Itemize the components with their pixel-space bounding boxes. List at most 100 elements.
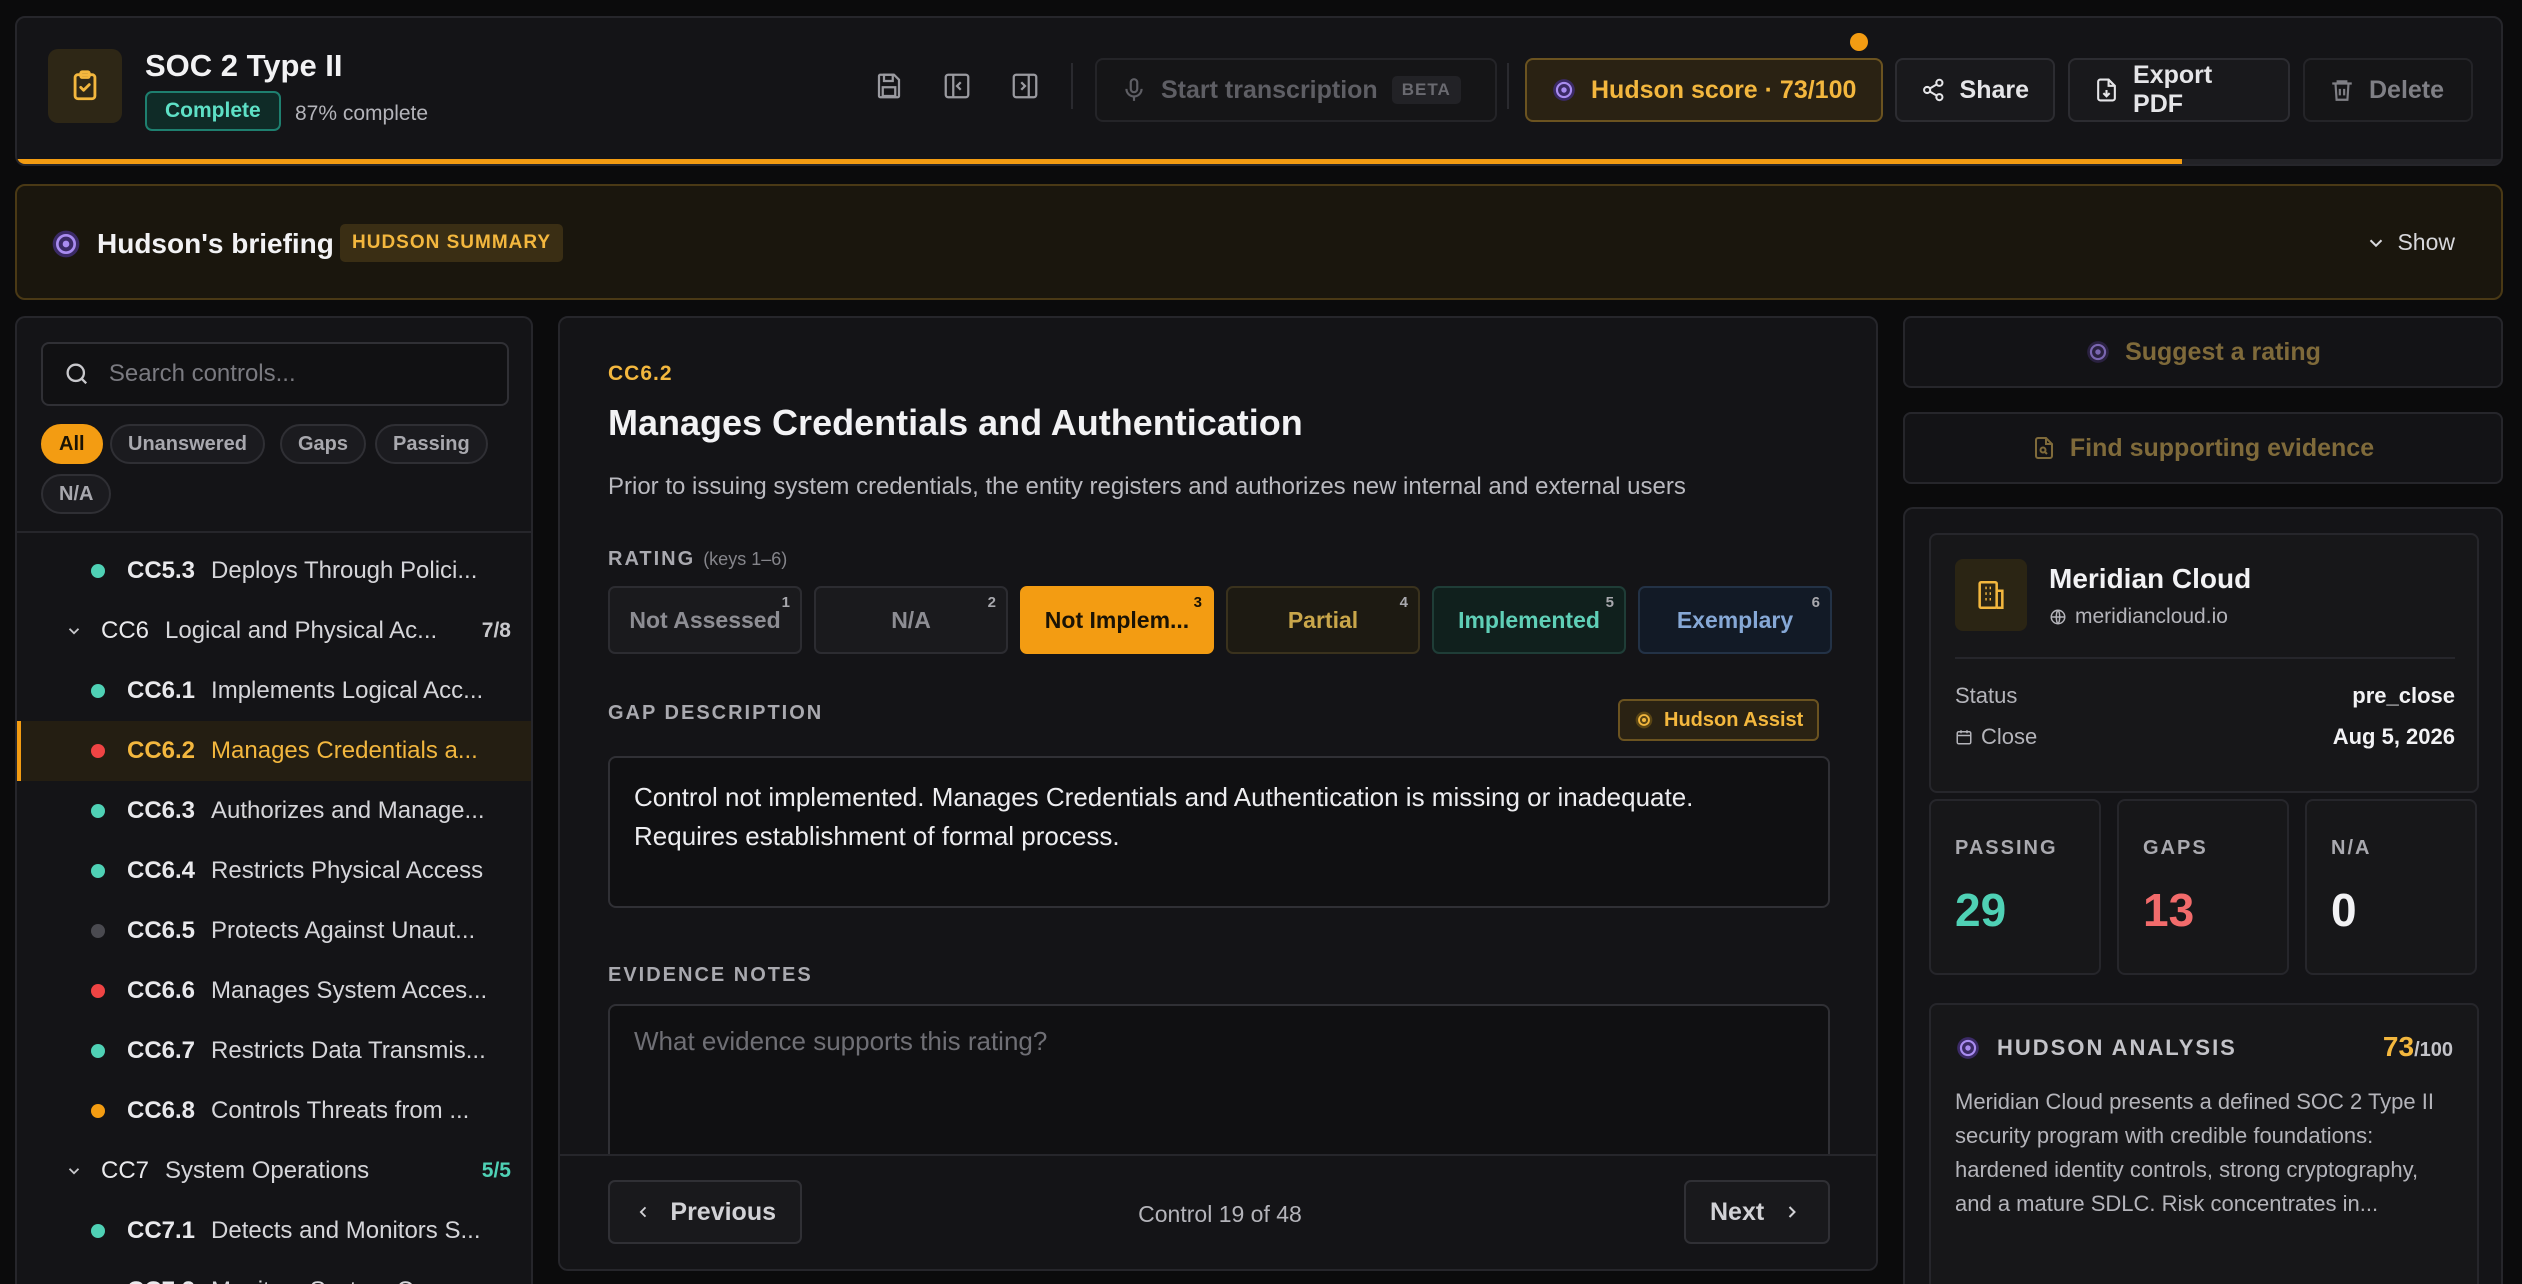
control-group-cc7[interactable]: CC7 System Operations 5/5	[17, 1141, 531, 1201]
evidence-notes-label: EVIDENCE NOTES	[608, 964, 813, 986]
company-domain[interactable]: meridiancloud.io	[2049, 605, 2228, 629]
control-code: CC6.4	[127, 857, 196, 884]
rating-key-hint: 5	[1605, 594, 1614, 611]
collapse-right-panel-icon[interactable]	[1003, 64, 1047, 108]
hudson-briefing-banner[interactable]: Hudson's briefing HUDSON SUMMARY Show	[15, 184, 2503, 300]
control-item-cc6-1[interactable]: CC6.1 Implements Logical Acc...	[17, 661, 531, 721]
na-stat-value: 0	[2331, 884, 2357, 936]
share-label: Share	[1959, 75, 2029, 104]
chevron-right-icon	[1788, 1206, 1797, 1218]
file-search-icon	[2034, 437, 2053, 459]
control-item-cc7-1[interactable]: CC7.1 Detects and Monitors S...	[17, 1201, 531, 1261]
search-icon	[66, 363, 88, 385]
suggest-rating-button[interactable]: Suggest a rating	[1903, 316, 2503, 388]
search-input[interactable]	[108, 360, 507, 388]
control-name: Controls Threats from ...	[211, 1097, 470, 1124]
status-dot	[91, 1044, 105, 1058]
evidence-notes-textarea[interactable]: What evidence supports this rating?	[608, 1004, 1830, 1164]
save-icon[interactable]	[867, 64, 911, 108]
analysis-score-value: 73	[2382, 1031, 2415, 1062]
export-label: Export PDF	[2133, 61, 2213, 118]
status-dot	[91, 924, 105, 938]
rating-key-hint: 1	[781, 594, 790, 611]
hudson-score-button[interactable]: Hudson score · 73/100	[1525, 58, 1883, 122]
na-stat-card: N/A 0	[2305, 799, 2477, 975]
show-label: Show	[2397, 229, 2455, 255]
rating-option-label: Not Implem...	[1044, 606, 1190, 633]
hudson-logo-icon	[1635, 711, 1653, 729]
control-item-cc6-5[interactable]: CC6.5 Protects Against Unaut...	[17, 901, 531, 961]
rating-option-label: Implemented	[1458, 606, 1600, 633]
control-item-cc5-3[interactable]: CC5.3 Deploys Through Polici...	[17, 541, 531, 601]
control-item-cc6-8[interactable]: CC6.8 Controls Threats from ...	[17, 1081, 531, 1141]
control-code: CC6.6	[127, 977, 196, 1004]
filter-chip-na[interactable]: N/A	[41, 474, 112, 514]
gaps-stat-label: GAPS	[2143, 837, 2208, 859]
find-evidence-button[interactable]: Find supporting evidence	[1903, 412, 2503, 484]
analysis-title: HUDSON ANALYSIS	[1997, 1035, 2237, 1060]
show-briefing-toggle[interactable]: Show	[2365, 229, 2455, 256]
start-transcription-button[interactable]: Start transcription BETA	[1095, 58, 1497, 122]
export-pdf-button[interactable]: Export PDF	[2068, 58, 2290, 122]
control-code: CC6.7	[127, 1037, 196, 1064]
progress-bar	[17, 159, 2501, 164]
search-box[interactable]	[41, 342, 509, 406]
notification-dot	[1850, 33, 1868, 51]
divider	[1071, 63, 1073, 109]
status-dot	[91, 984, 105, 998]
rating-na-button[interactable]: N/A 2	[814, 586, 1008, 654]
analysis-score-denominator: /100	[2414, 1039, 2453, 1061]
status-dot	[91, 864, 105, 878]
na-stat-label: N/A	[2331, 837, 2372, 859]
group-count: 7/8	[481, 619, 511, 642]
next-button[interactable]: Next	[1684, 1180, 1830, 1244]
rating-partial-button[interactable]: Partial 4	[1226, 586, 1420, 654]
rating-label-text: RATING	[608, 548, 696, 570]
page-title: SOC 2 Type II	[145, 48, 343, 83]
control-code: CC6.8	[127, 1097, 196, 1124]
group-code: CC7	[101, 1157, 150, 1184]
delete-button[interactable]: Delete	[2303, 58, 2473, 122]
status-key: Status	[1955, 683, 2018, 708]
hudson-assist-label: Hudson Assist	[1664, 708, 1804, 731]
control-item-cc6-6[interactable]: CC6.6 Manages System Acces...	[17, 961, 531, 1021]
rating-exemplary-button[interactable]: Exemplary 6	[1638, 586, 1832, 654]
rating-implemented-button[interactable]: Implemented 5	[1432, 586, 1626, 654]
control-item-cc6-2[interactable]: CC6.2 Manages Credentials a...	[17, 721, 531, 781]
control-title: Manages Credentials and Authentication	[608, 402, 1303, 443]
control-name: Manages System Acces...	[211, 977, 488, 1004]
rating-key-hint: 6	[1811, 594, 1820, 611]
filter-chip-unanswered[interactable]: Unanswered	[110, 424, 265, 464]
gap-description-textarea[interactable]: Control not implemented. Manages Credent…	[608, 756, 1830, 908]
control-name: Implements Logical Acc...	[211, 677, 484, 704]
control-code: CC7.1	[127, 1217, 196, 1244]
rating-not-implemented-button[interactable]: Not Implem... 3	[1020, 586, 1214, 654]
control-counter: Control 19 of 48	[1138, 1201, 1302, 1227]
rating-option-label: Exemplary	[1676, 606, 1794, 633]
status-row: Status pre_close	[1955, 683, 2455, 709]
divider	[1955, 657, 2455, 659]
control-navigation-footer: Previous Control 19 of 48 Next	[560, 1154, 1876, 1269]
hudson-assist-button[interactable]: Hudson Assist	[1618, 699, 1820, 741]
close-key: Close	[1955, 724, 2037, 750]
control-group-cc6[interactable]: CC6 Logical and Physical Ac... 7/8	[17, 601, 531, 661]
control-name: Protects Against Unaut...	[211, 917, 476, 944]
control-item-cc6-4[interactable]: CC6.4 Restricts Physical Access	[17, 841, 531, 901]
filter-chip-gaps[interactable]: Gaps	[280, 424, 367, 464]
controls-tree: CC5.3 Deploys Through Polici... CC6 Logical…	[17, 531, 531, 1284]
control-item-cc6-7[interactable]: CC6.7 Restricts Data Transmis...	[17, 1021, 531, 1081]
share-button[interactable]: Share	[1895, 58, 2055, 122]
company-domain-text: meridiancloud.io	[2075, 605, 2228, 628]
control-item-cc6-3[interactable]: CC6.3 Authorizes and Manage...	[17, 781, 531, 841]
deal-info-panel: Meridian Cloud meridiancloud.io Status p…	[1903, 507, 2503, 1284]
filter-chip-passing[interactable]: Passing	[375, 424, 488, 464]
hudson-analysis-card: HUDSON ANALYSIS 73/100 Meridian Cloud pr…	[1929, 1003, 2479, 1284]
collapse-left-panel-icon[interactable]	[935, 64, 979, 108]
control-item-cc7-2[interactable]: CC7.2 Monitors System Comp...	[17, 1261, 531, 1284]
control-name: Deploys Through Polici...	[211, 557, 478, 584]
status-dot	[91, 744, 105, 758]
rating-label: RATING (keys 1–6)	[608, 548, 787, 571]
gaps-stat-value: 13	[2143, 884, 2195, 936]
rating-not-assessed-button[interactable]: Not Assessed 1	[608, 586, 802, 654]
filter-chip-all[interactable]: All	[41, 424, 103, 464]
